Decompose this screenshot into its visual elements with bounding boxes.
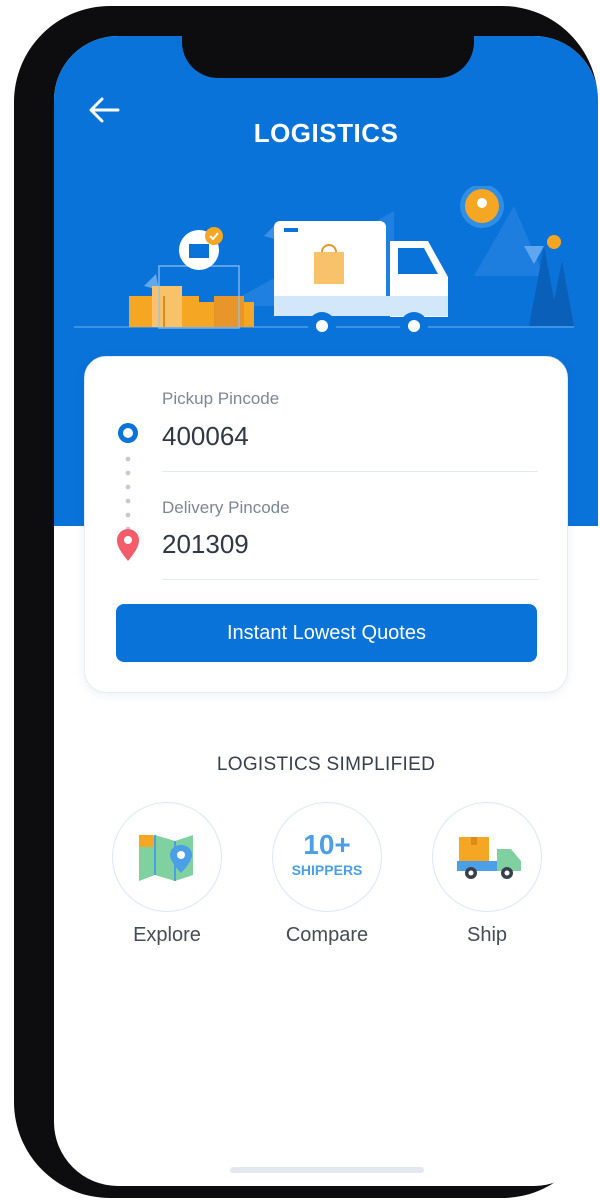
feature-label: Explore xyxy=(133,924,201,946)
app-screen: LOGISTICS Pickup Pincode 400064 Delivery… xyxy=(54,36,598,1186)
feature-label: Compare xyxy=(285,924,369,946)
pickup-pincode-label: Pickup Pincode xyxy=(162,389,280,408)
feature-circle: 10+ SHIPPERS xyxy=(272,802,382,912)
delivery-truck-icon xyxy=(457,837,521,879)
delivery-pincode-label: Delivery Pincode xyxy=(162,498,290,517)
route-connector-icon xyxy=(117,423,139,561)
pincode-form-card: Pickup Pincode 400064 Delivery Pincode 2… xyxy=(84,356,568,693)
map-icon xyxy=(139,835,193,881)
feature-ship[interactable]: Ship xyxy=(432,802,542,946)
feature-explore[interactable]: Explore xyxy=(112,802,222,946)
delivery-illustration xyxy=(74,186,574,340)
feature-circle xyxy=(432,802,542,912)
feature-compare[interactable]: 10+ SHIPPERS Compare xyxy=(272,802,382,946)
page-title: LOGISTICS xyxy=(253,118,399,148)
section-title: LOGISTICS SIMPLIFIED xyxy=(216,754,436,775)
field-divider xyxy=(162,471,538,472)
delivery-pincode-input[interactable]: 201309 xyxy=(162,529,249,560)
feature-label: Ship xyxy=(466,924,508,946)
home-indicator[interactable] xyxy=(230,1167,424,1173)
feature-circle xyxy=(112,802,222,912)
phone-frame: LOGISTICS Pickup Pincode 400064 Delivery… xyxy=(14,6,598,1198)
instant-lowest-quotes-button[interactable]: Instant Lowest Quotes xyxy=(116,604,537,662)
shippers-badge-icon: 10+ SHIPPERS xyxy=(291,829,363,879)
field-divider xyxy=(162,579,538,580)
device-notch xyxy=(182,12,474,78)
pickup-pincode-input[interactable]: 400064 xyxy=(162,421,249,452)
